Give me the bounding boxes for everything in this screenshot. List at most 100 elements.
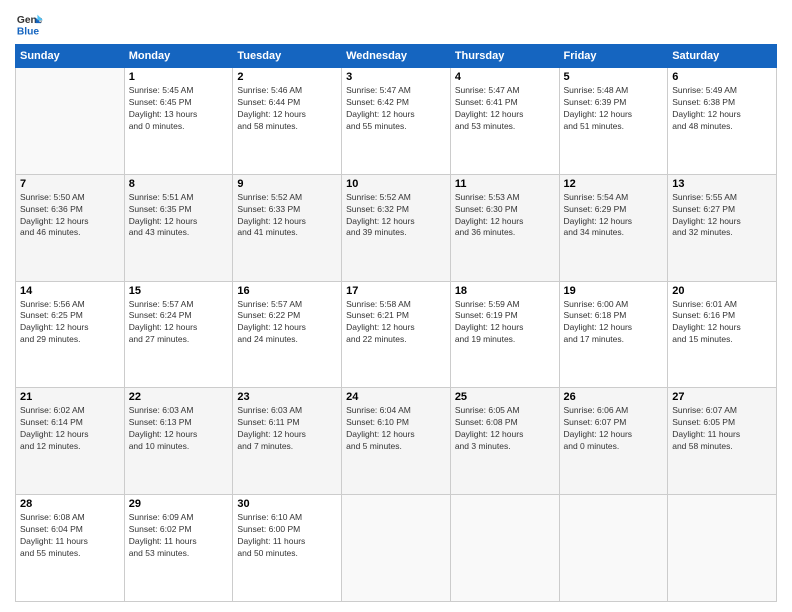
calendar-cell: 5 Sunrise: 5:48 AMSunset: 6:39 PMDaylight… xyxy=(559,68,668,175)
calendar-cell: 3 Sunrise: 5:47 AMSunset: 6:42 PMDaylight… xyxy=(342,68,451,175)
calendar-cell: 8 Sunrise: 5:51 AMSunset: 6:35 PMDaylight… xyxy=(124,174,233,281)
day-info: Sunrise: 6:01 AMSunset: 6:16 PMDaylight:… xyxy=(672,299,772,347)
day-info: Sunrise: 6:08 AMSunset: 6:04 PMDaylight:… xyxy=(20,512,120,560)
calendar-cell: 19 Sunrise: 6:00 AMSunset: 6:18 PMDayligh… xyxy=(559,281,668,388)
day-number: 18 xyxy=(455,285,555,297)
day-info: Sunrise: 5:54 AMSunset: 6:29 PMDaylight:… xyxy=(564,192,664,240)
day-number: 5 xyxy=(564,71,664,83)
day-number: 30 xyxy=(237,498,337,510)
calendar-cell: 11 Sunrise: 5:53 AMSunset: 6:30 PMDayligh… xyxy=(450,174,559,281)
calendar-cell: 21 Sunrise: 6:02 AMSunset: 6:14 PMDayligh… xyxy=(16,388,125,495)
day-info: Sunrise: 6:10 AMSunset: 6:00 PMDaylight:… xyxy=(237,512,337,560)
calendar-cell: 25 Sunrise: 6:05 AMSunset: 6:08 PMDayligh… xyxy=(450,388,559,495)
day-number: 17 xyxy=(346,285,446,297)
day-info: Sunrise: 6:07 AMSunset: 6:05 PMDaylight:… xyxy=(672,405,772,453)
day-info: Sunrise: 6:02 AMSunset: 6:14 PMDaylight:… xyxy=(20,405,120,453)
day-info: Sunrise: 5:55 AMSunset: 6:27 PMDaylight:… xyxy=(672,192,772,240)
calendar-cell xyxy=(559,495,668,602)
logo-icon: General Blue xyxy=(15,10,43,38)
day-info: Sunrise: 5:51 AMSunset: 6:35 PMDaylight:… xyxy=(129,192,229,240)
calendar-cell: 23 Sunrise: 6:03 AMSunset: 6:11 PMDayligh… xyxy=(233,388,342,495)
day-number: 11 xyxy=(455,178,555,190)
logo: General Blue xyxy=(15,10,43,38)
day-number: 21 xyxy=(20,391,120,403)
calendar-table: SundayMondayTuesdayWednesdayThursdayFrid… xyxy=(15,44,777,602)
col-header-sunday: Sunday xyxy=(16,45,125,68)
day-info: Sunrise: 5:56 AMSunset: 6:25 PMDaylight:… xyxy=(20,299,120,347)
day-info: Sunrise: 5:47 AMSunset: 6:42 PMDaylight:… xyxy=(346,85,446,133)
day-number: 14 xyxy=(20,285,120,297)
day-info: Sunrise: 6:09 AMSunset: 6:02 PMDaylight:… xyxy=(129,512,229,560)
calendar-cell: 13 Sunrise: 5:55 AMSunset: 6:27 PMDayligh… xyxy=(668,174,777,281)
day-info: Sunrise: 5:57 AMSunset: 6:22 PMDaylight:… xyxy=(237,299,337,347)
col-header-thursday: Thursday xyxy=(450,45,559,68)
calendar-cell xyxy=(450,495,559,602)
day-number: 1 xyxy=(129,71,229,83)
day-number: 13 xyxy=(672,178,772,190)
calendar-cell: 18 Sunrise: 5:59 AMSunset: 6:19 PMDayligh… xyxy=(450,281,559,388)
day-number: 8 xyxy=(129,178,229,190)
calendar-cell xyxy=(342,495,451,602)
day-number: 4 xyxy=(455,71,555,83)
day-info: Sunrise: 5:53 AMSunset: 6:30 PMDaylight:… xyxy=(455,192,555,240)
day-info: Sunrise: 5:49 AMSunset: 6:38 PMDaylight:… xyxy=(672,85,772,133)
day-number: 12 xyxy=(564,178,664,190)
calendar-cell: 24Sunrise: 6:04 AMSunset: 6:10 PMDayligh… xyxy=(342,388,451,495)
calendar-cell: 6 Sunrise: 5:49 AMSunset: 6:38 PMDaylight… xyxy=(668,68,777,175)
calendar-cell: 9 Sunrise: 5:52 AMSunset: 6:33 PMDaylight… xyxy=(233,174,342,281)
day-number: 27 xyxy=(672,391,772,403)
day-info: Sunrise: 6:05 AMSunset: 6:08 PMDaylight:… xyxy=(455,405,555,453)
day-info: Sunrise: 6:03 AMSunset: 6:11 PMDaylight:… xyxy=(237,405,337,453)
day-info: Sunrise: 5:52 AMSunset: 6:33 PMDaylight:… xyxy=(237,192,337,240)
day-number: 28 xyxy=(20,498,120,510)
day-number: 3 xyxy=(346,71,446,83)
page: General Blue SundayMondayTuesdayWednesda… xyxy=(0,0,792,612)
calendar-cell: 20 Sunrise: 6:01 AMSunset: 6:16 PMDayligh… xyxy=(668,281,777,388)
calendar-cell: 4 Sunrise: 5:47 AMSunset: 6:41 PMDaylight… xyxy=(450,68,559,175)
day-number: 25 xyxy=(455,391,555,403)
day-number: 2 xyxy=(237,71,337,83)
calendar-cell xyxy=(16,68,125,175)
col-header-wednesday: Wednesday xyxy=(342,45,451,68)
calendar-cell: 26Sunrise: 6:06 AMSunset: 6:07 PMDayligh… xyxy=(559,388,668,495)
day-number: 10 xyxy=(346,178,446,190)
day-info: Sunrise: 5:52 AMSunset: 6:32 PMDaylight:… xyxy=(346,192,446,240)
calendar-cell: 30 Sunrise: 6:10 AMSunset: 6:00 PMDayligh… xyxy=(233,495,342,602)
svg-text:Blue: Blue xyxy=(17,26,40,37)
day-info: Sunrise: 6:00 AMSunset: 6:18 PMDaylight:… xyxy=(564,299,664,347)
day-info: Sunrise: 5:46 AMSunset: 6:44 PMDaylight:… xyxy=(237,85,337,133)
day-info: Sunrise: 5:45 AMSunset: 6:45 PMDaylight:… xyxy=(129,85,229,133)
col-header-saturday: Saturday xyxy=(668,45,777,68)
day-number: 9 xyxy=(237,178,337,190)
day-number: 26 xyxy=(564,391,664,403)
day-number: 7 xyxy=(20,178,120,190)
calendar-cell: 14 Sunrise: 5:56 AMSunset: 6:25 PMDayligh… xyxy=(16,281,125,388)
header: General Blue xyxy=(15,10,777,38)
day-number: 29 xyxy=(129,498,229,510)
day-info: Sunrise: 5:59 AMSunset: 6:19 PMDaylight:… xyxy=(455,299,555,347)
col-header-monday: Monday xyxy=(124,45,233,68)
day-number: 6 xyxy=(672,71,772,83)
calendar-cell: 10 Sunrise: 5:52 AMSunset: 6:32 PMDayligh… xyxy=(342,174,451,281)
calendar-cell: 2 Sunrise: 5:46 AMSunset: 6:44 PMDaylight… xyxy=(233,68,342,175)
calendar-cell: 15 Sunrise: 5:57 AMSunset: 6:24 PMDayligh… xyxy=(124,281,233,388)
day-number: 23 xyxy=(237,391,337,403)
day-number: 19 xyxy=(564,285,664,297)
day-number: 20 xyxy=(672,285,772,297)
day-info: Sunrise: 5:58 AMSunset: 6:21 PMDaylight:… xyxy=(346,299,446,347)
day-info: Sunrise: 5:48 AMSunset: 6:39 PMDaylight:… xyxy=(564,85,664,133)
calendar-cell: 28 Sunrise: 6:08 AMSunset: 6:04 PMDayligh… xyxy=(16,495,125,602)
calendar-cell: 29 Sunrise: 6:09 AMSunset: 6:02 PMDayligh… xyxy=(124,495,233,602)
calendar-cell: 7Sunrise: 5:50 AMSunset: 6:36 PMDaylight… xyxy=(16,174,125,281)
calendar-cell: 12 Sunrise: 5:54 AMSunset: 6:29 PMDayligh… xyxy=(559,174,668,281)
day-info: Sunrise: 5:47 AMSunset: 6:41 PMDaylight:… xyxy=(455,85,555,133)
day-number: 15 xyxy=(129,285,229,297)
col-header-friday: Friday xyxy=(559,45,668,68)
day-info: Sunrise: 5:57 AMSunset: 6:24 PMDaylight:… xyxy=(129,299,229,347)
calendar-cell xyxy=(668,495,777,602)
calendar-cell: 1 Sunrise: 5:45 AMSunset: 6:45 PMDaylight… xyxy=(124,68,233,175)
calendar-cell: 17 Sunrise: 5:58 AMSunset: 6:21 PMDayligh… xyxy=(342,281,451,388)
day-info: Sunrise: 6:03 AMSunset: 6:13 PMDaylight:… xyxy=(129,405,229,453)
calendar-cell: 16Sunrise: 5:57 AMSunset: 6:22 PMDayligh… xyxy=(233,281,342,388)
calendar-cell: 22Sunrise: 6:03 AMSunset: 6:13 PMDayligh… xyxy=(124,388,233,495)
